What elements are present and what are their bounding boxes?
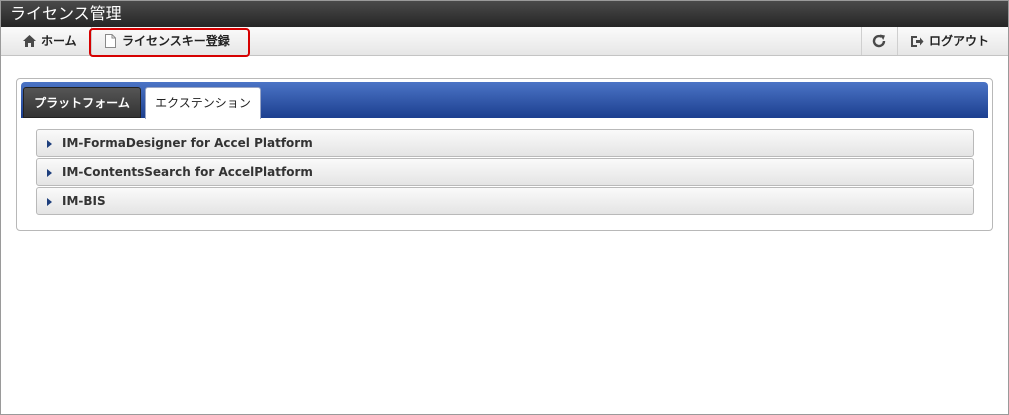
document-icon [105, 34, 116, 48]
app-title: ライセンス管理 [10, 4, 122, 23]
app-title-bar: ライセンス管理 [1, 1, 1008, 27]
accordion-item[interactable]: IM-ContentsSearch for AccelPlatform [36, 158, 974, 186]
refresh-icon [872, 34, 886, 48]
toolbar-divider [861, 27, 862, 55]
toolbar-divider [91, 27, 92, 55]
license-key-register-button[interactable]: ライセンスキー登録 [105, 27, 230, 55]
caret-right-icon [47, 140, 52, 148]
accordion-item[interactable]: IM-FormaDesigner for Accel Platform [36, 129, 974, 157]
license-panel: プラットフォーム エクステンション IM-FormaDesigner for A… [16, 78, 993, 231]
caret-right-icon [47, 169, 52, 177]
tab-extension[interactable]: エクステンション [145, 87, 261, 119]
refresh-button[interactable] [872, 27, 886, 55]
home-icon [23, 35, 36, 47]
tab-bar: プラットフォーム エクステンション [21, 82, 988, 119]
accordion-item-label: IM-ContentsSearch for AccelPlatform [62, 165, 313, 179]
accordion-item[interactable]: IM-BIS [36, 187, 974, 215]
home-button[interactable]: ホーム [23, 27, 77, 55]
accordion-item-label: IM-FormaDesigner for Accel Platform [62, 136, 313, 150]
logout-button[interactable]: ログアウト [910, 27, 989, 55]
caret-right-icon [47, 198, 52, 206]
toolbar: ホーム ライセンスキー登録 ログアウト [1, 27, 1008, 56]
tab-platform[interactable]: プラットフォーム [23, 87, 141, 118]
license-key-register-label: ライセンスキー登録 [122, 34, 230, 48]
toolbar-divider [897, 27, 898, 55]
logout-icon [910, 35, 924, 48]
home-label: ホーム [41, 34, 77, 48]
logout-label: ログアウト [929, 34, 990, 48]
accordion-item-label: IM-BIS [62, 194, 106, 208]
